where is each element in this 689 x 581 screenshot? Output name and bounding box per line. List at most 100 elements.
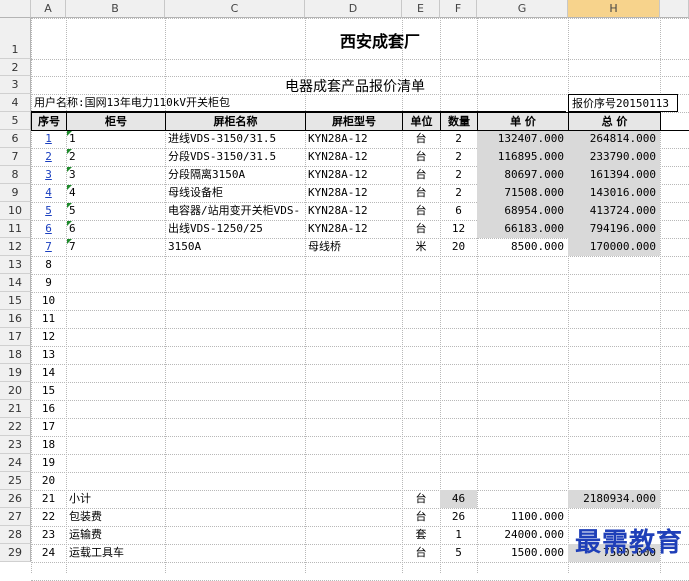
total-price-cell[interactable]: [568, 418, 660, 436]
header-cell[interactable]: 序号: [31, 112, 67, 131]
name-cell[interactable]: [165, 346, 305, 364]
name-cell[interactable]: [165, 400, 305, 418]
seq-cell[interactable]: 1: [31, 130, 66, 148]
qty-cell[interactable]: [440, 256, 477, 274]
model-cell[interactable]: [305, 544, 402, 562]
qty-cell[interactable]: [440, 346, 477, 364]
cabinet-cell[interactable]: [66, 346, 165, 364]
model-cell[interactable]: KYN28A-12: [305, 166, 402, 184]
cabinet-cell[interactable]: [66, 256, 165, 274]
total-price-cell[interactable]: [568, 436, 660, 454]
row-header-27[interactable]: 27: [0, 508, 31, 526]
row-header-2[interactable]: 2: [0, 59, 31, 76]
cabinet-cell[interactable]: [66, 418, 165, 436]
header-cell[interactable]: 总 价: [568, 112, 661, 131]
unit-price-cell[interactable]: 8500.000: [477, 238, 568, 256]
unit-price-cell[interactable]: [477, 328, 568, 346]
unit-cell[interactable]: 台: [402, 544, 440, 562]
seq-cell[interactable]: 14: [31, 364, 66, 382]
unit-cell[interactable]: 台: [402, 508, 440, 526]
model-cell[interactable]: [305, 508, 402, 526]
column-header-h[interactable]: H: [568, 0, 660, 18]
total-price-cell[interactable]: 264814.000: [568, 130, 660, 148]
model-cell[interactable]: [305, 490, 402, 508]
row-header-6[interactable]: 6: [0, 130, 31, 148]
row-header-7[interactable]: 7: [0, 148, 31, 166]
unit-price-cell[interactable]: [477, 364, 568, 382]
unit-cell[interactable]: [402, 346, 440, 364]
unit-price-cell[interactable]: [477, 490, 568, 508]
unit-cell[interactable]: [402, 382, 440, 400]
unit-price-cell[interactable]: [477, 454, 568, 472]
qty-cell[interactable]: 2: [440, 166, 477, 184]
unit-price-cell[interactable]: [477, 310, 568, 328]
qty-cell[interactable]: 46: [440, 490, 477, 508]
model-cell[interactable]: [305, 400, 402, 418]
total-price-cell[interactable]: [568, 292, 660, 310]
name-cell[interactable]: [165, 508, 305, 526]
header-cell[interactable]: 屏柜名称: [165, 112, 306, 131]
header-cell[interactable]: 屏柜型号: [305, 112, 403, 131]
cabinet-cell[interactable]: 2: [66, 148, 165, 166]
select-all-corner[interactable]: [0, 0, 31, 18]
row-header-12[interactable]: 12: [0, 238, 31, 256]
row-header-13[interactable]: 13: [0, 256, 31, 274]
model-cell[interactable]: [305, 436, 402, 454]
unit-price-cell[interactable]: 1100.000: [477, 508, 568, 526]
column-header-extra[interactable]: [660, 0, 689, 18]
header-cell[interactable]: 单 价: [477, 112, 569, 131]
qty-cell[interactable]: [440, 328, 477, 346]
cabinet-cell[interactable]: 运输费: [66, 526, 165, 544]
spreadsheet[interactable]: A B C D E F G H 1 2 3 4 5 6 7 8 9 10 11 12 13 14 15 16 17 18 19 20 2…: [0, 0, 689, 581]
row-header-20[interactable]: 20: [0, 382, 31, 400]
unit-cell[interactable]: 台: [402, 130, 440, 148]
qty-cell[interactable]: 1: [440, 526, 477, 544]
unit-price-cell[interactable]: [477, 472, 568, 490]
name-cell[interactable]: 出线VDS-1250/25: [165, 220, 305, 238]
seq-cell[interactable]: 15: [31, 382, 66, 400]
unit-price-cell[interactable]: [477, 346, 568, 364]
model-cell[interactable]: [305, 310, 402, 328]
row-header-24[interactable]: 24: [0, 454, 31, 472]
total-price-cell[interactable]: [568, 472, 660, 490]
unit-cell[interactable]: [402, 274, 440, 292]
seq-cell[interactable]: 9: [31, 274, 66, 292]
seq-cell[interactable]: 19: [31, 454, 66, 472]
model-cell[interactable]: KYN28A-12: [305, 220, 402, 238]
model-cell[interactable]: [305, 274, 402, 292]
unit-cell[interactable]: [402, 400, 440, 418]
total-price-cell[interactable]: 161394.000: [568, 166, 660, 184]
seq-cell[interactable]: 8: [31, 256, 66, 274]
cabinet-cell[interactable]: [66, 382, 165, 400]
unit-cell[interactable]: 台: [402, 202, 440, 220]
row-header-21[interactable]: 21: [0, 400, 31, 418]
name-cell[interactable]: 进线VDS-3150/31.5: [165, 130, 305, 148]
name-cell[interactable]: 电容器/站用变开关柜VDS-: [165, 202, 305, 220]
cabinet-cell[interactable]: 1: [66, 130, 165, 148]
qty-cell[interactable]: [440, 310, 477, 328]
unit-cell[interactable]: 台: [402, 148, 440, 166]
column-header-g[interactable]: G: [477, 0, 568, 18]
name-cell[interactable]: [165, 436, 305, 454]
unit-cell[interactable]: [402, 364, 440, 382]
name-cell[interactable]: [165, 454, 305, 472]
unit-price-cell[interactable]: 132407.000: [477, 130, 568, 148]
unit-price-cell[interactable]: 71508.000: [477, 184, 568, 202]
seq-cell[interactable]: 18: [31, 436, 66, 454]
name-cell[interactable]: [165, 418, 305, 436]
total-price-cell[interactable]: 233790.000: [568, 148, 660, 166]
unit-cell[interactable]: 台: [402, 166, 440, 184]
seq-cell[interactable]: 20: [31, 472, 66, 490]
qty-cell[interactable]: [440, 400, 477, 418]
model-cell[interactable]: KYN28A-12: [305, 148, 402, 166]
seq-cell[interactable]: 13: [31, 346, 66, 364]
unit-cell[interactable]: [402, 256, 440, 274]
seq-cell[interactable]: 7: [31, 238, 66, 256]
seq-cell[interactable]: 17: [31, 418, 66, 436]
unit-price-cell[interactable]: [477, 274, 568, 292]
qty-cell[interactable]: 20: [440, 238, 477, 256]
cabinet-cell[interactable]: 4: [66, 184, 165, 202]
seq-cell[interactable]: 10: [31, 292, 66, 310]
qty-cell[interactable]: [440, 454, 477, 472]
name-cell[interactable]: [165, 364, 305, 382]
